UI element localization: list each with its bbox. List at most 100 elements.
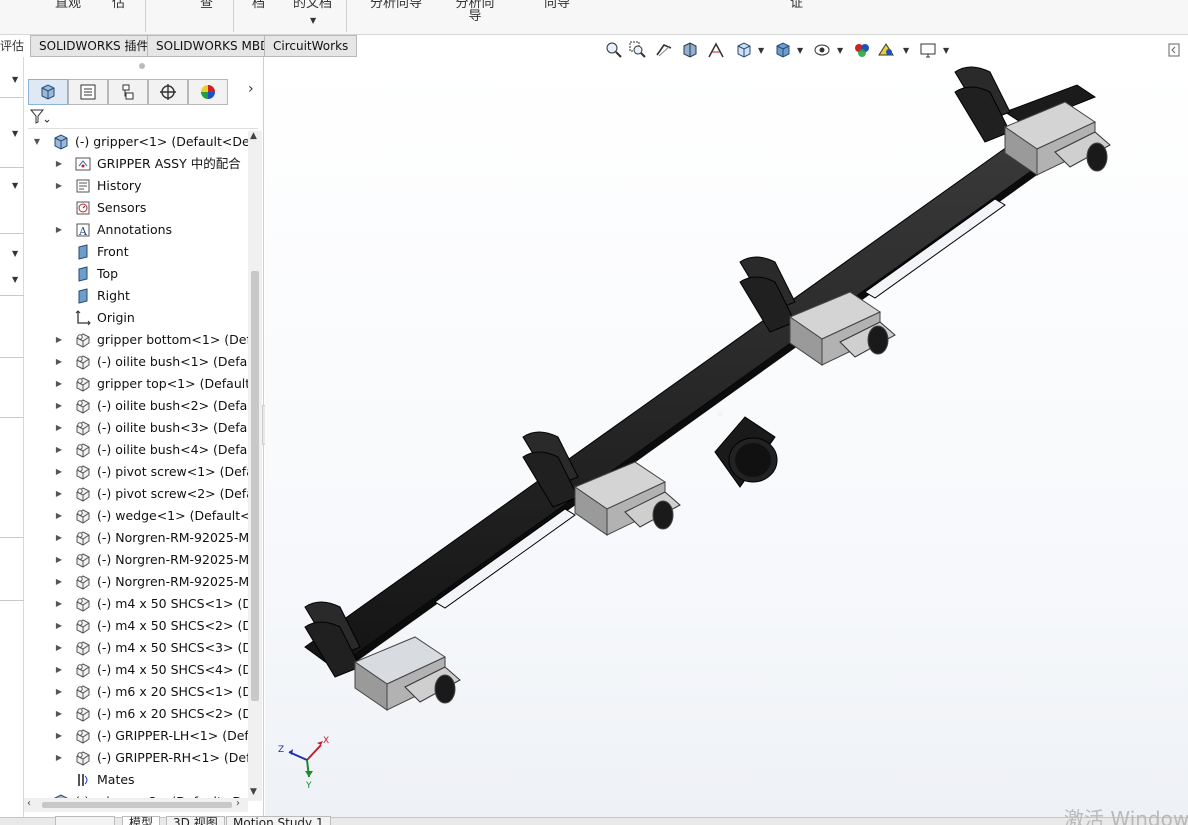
tree-item-component[interactable]: ▶ (-) GRIPPER-LH<1> (Defau [24, 725, 248, 747]
tab-motion-study-1[interactable]: Motion Study 1 [226, 816, 331, 825]
tabs-scroll-right-icon[interactable]: › [248, 81, 254, 97]
ribbon-item-check[interactable]: 查 [200, 0, 213, 10]
ribbon-item-estimate[interactable]: 估 [112, 0, 125, 10]
display-style-dropdown-icon[interactable]: ▼ [797, 46, 803, 55]
ribbon-item-documents[interactable]: 的文档 [293, 0, 332, 10]
tree-item-component[interactable]: ▶ gripper top<1> (Default< [24, 373, 248, 395]
view-orientation-dropdown-icon[interactable]: ▼ [758, 46, 764, 55]
tree-horizontal-scrollbar[interactable]: ‹ › [24, 798, 248, 812]
tree-item-mates[interactable]: Mates [24, 769, 248, 791]
dynamic-annotation-icon[interactable] [706, 40, 726, 60]
tree-item-component[interactable]: ▶ (-) m6 x 20 SHCS<2> (Def [24, 703, 248, 725]
gripper-assembly-model[interactable]: X Z Y [265, 57, 1188, 817]
ribbon-item-analysis-wizard-2[interactable]: 分析向导 [455, 0, 495, 23]
tree-item-origin[interactable]: Origin [24, 307, 248, 329]
scroll-left-icon[interactable]: ‹ [27, 798, 31, 809]
expand-arrow-icon[interactable]: ▶ [54, 753, 64, 762]
zoom-to-fit-icon[interactable] [604, 40, 624, 60]
expand-arrow-icon[interactable]: ▶ [54, 621, 64, 630]
expand-arrow-icon[interactable]: ▶ [54, 555, 64, 564]
scroll-up-icon[interactable]: ▲ [250, 131, 257, 141]
tree-item-component[interactable]: ▶ (-) Norgren-RM-92025-M [24, 527, 248, 549]
expand-arrow-icon[interactable]: ▶ [54, 731, 64, 740]
tab-dimxpert-manager[interactable] [148, 79, 188, 105]
tree-item-component[interactable]: ▶ (-) m4 x 50 SHCS<2> (Def [24, 615, 248, 637]
gripper-unit-1[interactable] [954, 66, 1111, 176]
tree-item-component[interactable]: ▶ (-) Norgren-RM-92025-M [24, 549, 248, 571]
tab-3d-views[interactable]: 3D 视图 [166, 816, 225, 825]
tree-item-component[interactable]: ▶ (-) m4 x 50 SHCS<3> (Def [24, 637, 248, 659]
tree-item-annotations[interactable]: ▶ A Annotations [24, 219, 248, 241]
tree-item-component[interactable]: ▶ (-) m4 x 50 SHCS<1> (Def [24, 593, 248, 615]
expand-arrow-icon[interactable]: ▶ [54, 467, 64, 476]
tree-item-component[interactable]: ▶ gripper bottom<1> (Defa [24, 329, 248, 351]
ribbon-dropdown-icon[interactable]: ▼ [310, 16, 316, 25]
apply-scene-icon[interactable] [876, 40, 896, 60]
expand-arrow-icon[interactable]: ▶ [54, 181, 64, 190]
scroll-right-icon[interactable]: › [236, 798, 240, 809]
tree-vertical-scrollbar[interactable]: ▲ ▼ [248, 131, 262, 801]
ribbon-item-verify[interactable]: 证 [790, 0, 803, 10]
tree-item-top-plane[interactable]: Top [24, 263, 248, 285]
tree-item-component[interactable]: ▶ (-) pivot screw<2> (Defau [24, 483, 248, 505]
view-settings-icon[interactable] [918, 40, 938, 60]
ribbon-item-wizard[interactable]: 向导 [544, 0, 570, 10]
expand-arrow-icon[interactable]: ▶ [54, 423, 64, 432]
ribbon-item-intuitive[interactable]: 直观 [55, 0, 81, 10]
scroll-thumb[interactable] [42, 802, 232, 808]
expand-arrow-icon[interactable]: ▶ [54, 599, 64, 608]
tab-feature-manager[interactable] [28, 79, 68, 105]
zoom-to-area-icon[interactable] [628, 40, 648, 60]
tree-item-sensors[interactable]: Sensors [24, 197, 248, 219]
scroll-down-icon[interactable]: ▼ [250, 787, 257, 797]
expand-arrow-icon[interactable]: ▶ [54, 401, 64, 410]
expand-arrow-icon[interactable]: ▶ [54, 159, 64, 168]
tree-item-component[interactable]: ▶ (-) m4 x 50 SHCS<4> (Def [24, 659, 248, 681]
expand-arrow-icon[interactable]: ▶ [54, 489, 64, 498]
tab-display-manager[interactable] [188, 79, 228, 105]
expand-arrow-icon[interactable]: ▶ [54, 577, 64, 586]
tab-model[interactable]: 模型 [122, 816, 161, 825]
expand-arrow-icon[interactable]: ▶ [54, 335, 64, 344]
expand-arrow-icon[interactable]: ▶ [54, 357, 64, 366]
tree-root-gripper-1[interactable]: ▼ (-) gripper<1> (Default<Default [24, 131, 248, 153]
expand-arrow-icon[interactable]: ▶ [54, 665, 64, 674]
hide-show-dropdown-icon[interactable]: ▼ [837, 46, 843, 55]
tree-item-component[interactable]: ▶ (-) wedge<1> (Default<<I [24, 505, 248, 527]
expand-arrow-icon[interactable]: ▶ [54, 643, 64, 652]
panel-grip-icon[interactable] [139, 63, 145, 69]
previous-view-icon[interactable] [654, 40, 674, 60]
expand-arrow-icon[interactable]: ▶ [54, 533, 64, 542]
tree-item-component[interactable]: ▶ (-) GRIPPER-RH<1> (Defa [24, 747, 248, 769]
scene-dropdown-icon[interactable]: ▼ [903, 46, 909, 55]
tree-item-front-plane[interactable]: Front [24, 241, 248, 263]
view-orientation-icon[interactable] [734, 40, 754, 60]
tree-item-component[interactable]: ▶ (-) Norgren-RM-92025-M [24, 571, 248, 593]
tree-filter-bar[interactable] [28, 107, 258, 129]
display-style-icon[interactable] [773, 40, 793, 60]
tree-item-component[interactable]: ▶ (-) oilite bush<1> (Default [24, 351, 248, 373]
expand-arrow-icon[interactable]: ▶ [54, 379, 64, 388]
tab-configuration-manager[interactable] [108, 79, 148, 105]
tree-item-component[interactable]: ▶ (-) oilite bush<3> (Default [24, 417, 248, 439]
task-pane-toggle-icon[interactable] [1164, 40, 1184, 60]
tab-navigation-arrows[interactable] [55, 816, 115, 825]
ribbon-item-document[interactable]: 档 [252, 0, 265, 10]
expand-arrow-icon[interactable]: ▶ [54, 445, 64, 454]
tree-item-component[interactable]: ▶ (-) oilite bush<2> (Default [24, 395, 248, 417]
filter-icon[interactable] [28, 107, 50, 127]
tree-item-component[interactable]: ▶ (-) oilite bush<4> (Default [24, 439, 248, 461]
tree-item-history[interactable]: ▶ History [24, 175, 248, 197]
expand-arrow-icon[interactable]: ▶ [54, 687, 64, 696]
graphics-viewport[interactable]: X Z Y [265, 57, 1188, 817]
section-view-icon[interactable] [680, 40, 700, 60]
tree-item-mates-in-assembly[interactable]: ▶ GRIPPER ASSY 中的配合 [24, 153, 248, 175]
hide-show-items-icon[interactable] [812, 40, 832, 60]
tree-item-right-plane[interactable]: Right [24, 285, 248, 307]
edit-appearance-icon[interactable] [852, 40, 872, 60]
tab-property-manager[interactable] [68, 79, 108, 105]
ribbon-item-analysis-wizard[interactable]: 分析向导 [370, 0, 422, 10]
expand-arrow-icon[interactable]: ▶ [54, 709, 64, 718]
scroll-thumb[interactable] [251, 271, 259, 701]
expand-arrow-icon[interactable]: ▶ [54, 225, 64, 234]
